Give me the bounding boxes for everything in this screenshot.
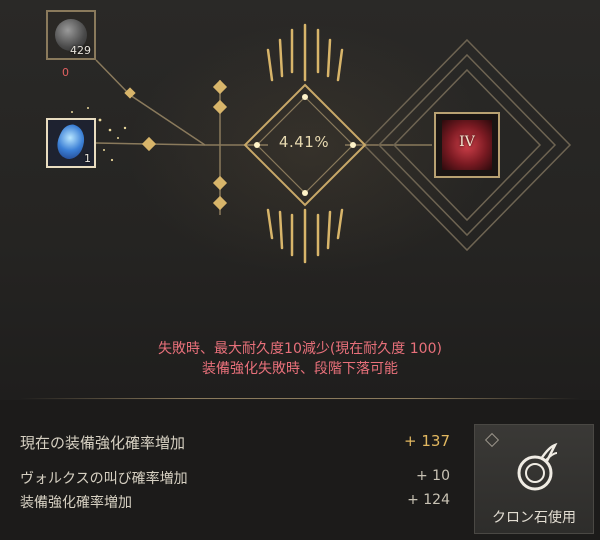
crystal-count: 1 [84,152,91,165]
downgrade-warning: 装備強化失敗時、段階下落可能 [202,361,398,377]
diamond-icon [484,432,500,448]
gear-slot[interactable]: IV [434,112,500,178]
success-rate: 4.41% [278,133,330,151]
clone-stone-label: クロン石使用 [492,510,576,526]
use-clone-stone-button[interactable]: クロン石使用 [474,424,594,534]
bonus-panel: 現在の装備強化確率増加 + 137 ヴォルクスの叫び確率増加 + 10 装備強化… [0,410,470,540]
bonus-value: + 124 [407,492,450,508]
bonus-total-value: + 137 [404,432,450,450]
gear-tier: IV [459,134,475,150]
bonus-label: ヴォルクスの叫び確率増加 [20,471,188,487]
stone-required: 0 [62,66,69,79]
bonus-label: 装備強化確率増加 [20,495,132,511]
crystal-slot[interactable]: 1 [46,118,96,168]
bonus-value: + 10 [416,468,450,484]
stone-count: 429 [70,44,91,57]
durability-warning: 失敗時、最大耐久度10減少(現在耐久度 100) [158,341,442,357]
divider [20,398,580,399]
clone-stone-icon [517,442,558,491]
stone-slot[interactable]: 429 [46,10,96,60]
bonus-total-label: 現在の装備強化確率増加 [20,434,186,452]
